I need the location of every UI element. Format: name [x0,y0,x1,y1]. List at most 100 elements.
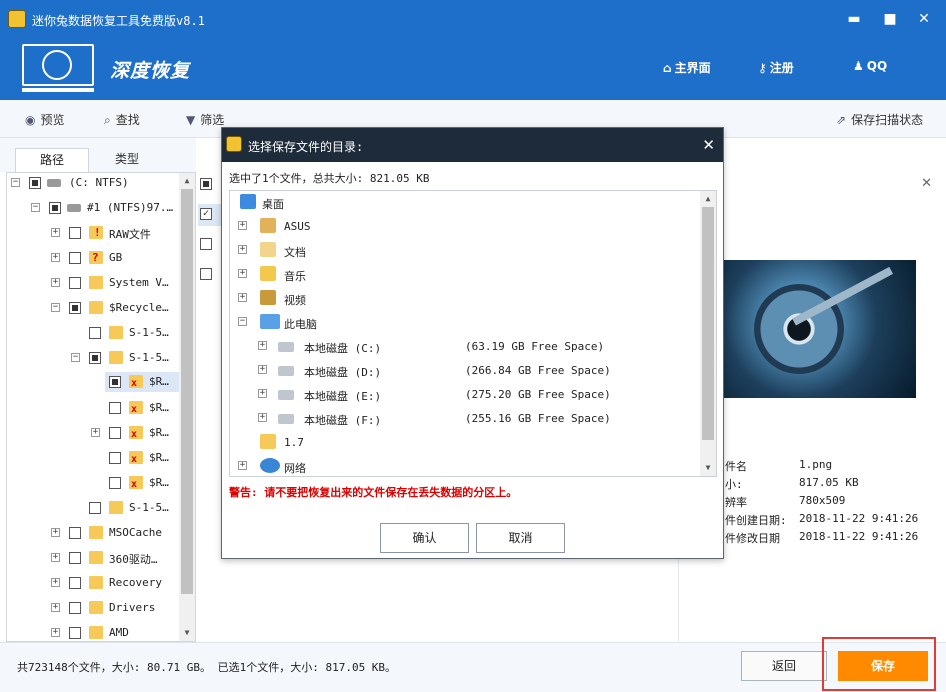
tree-item[interactable]: − (C: NTFS) [7,173,179,193]
save-scan-button[interactable]: ⇗ 保存扫描状态 [836,111,923,128]
folder-item-documents[interactable]: + 文档 [230,239,700,261]
checkbox[interactable] [69,627,81,639]
folder-item-network[interactable]: + 网络 [230,455,700,476]
expand-icon[interactable]: + [51,603,60,612]
folder-item-videos[interactable]: + 视频 [230,287,700,309]
collapse-icon[interactable]: − [71,353,80,362]
checkbox[interactable] [69,227,81,239]
checkbox[interactable] [69,527,81,539]
scroll-up-icon[interactable]: ▲ [700,191,716,207]
tree-item[interactable]: + Drivers [7,598,179,618]
collapse-icon[interactable]: − [11,178,20,187]
checkbox[interactable] [109,376,121,388]
tree-item[interactable]: S-1-5… [7,323,179,343]
checkbox[interactable] [29,177,41,189]
nav-register[interactable]: ⚷ 注册 [758,59,794,76]
expand-icon[interactable]: + [51,253,60,262]
nav-qq[interactable]: ♟ QQ [853,59,887,73]
tree-item[interactable]: S-1-5… [7,498,179,518]
checkbox[interactable] [69,602,81,614]
folder-item-this-pc[interactable]: − 此电脑 [230,311,700,333]
scroll-thumb[interactable] [702,207,714,440]
tree-item[interactable]: $R… [105,372,179,392]
checkbox[interactable] [69,577,81,589]
tree-item[interactable]: + $R… [7,423,179,443]
checkbox[interactable] [109,477,121,489]
tree-item[interactable]: + GB [7,248,179,268]
tree-item[interactable]: + Recovery [7,573,179,593]
dialog-close-button[interactable]: ✕ [702,136,715,154]
expand-icon[interactable]: + [258,413,267,422]
folder-item-drive-e[interactable]: + 本地磁盘 (E:) (275.20 GB Free Space) [230,383,700,405]
folder-item-asus[interactable]: + ASUS [230,215,700,237]
checkbox[interactable] [89,502,101,514]
nav-home[interactable]: ⌂ 主界面 [663,59,711,76]
minimize-button[interactable]: ▬ [842,8,866,30]
tree-item[interactable]: + 360驱动… [7,548,179,568]
expand-icon[interactable]: + [51,528,60,537]
expand-icon[interactable]: + [238,269,247,278]
tree-item[interactable]: $R… [7,398,179,418]
scroll-up-icon[interactable]: ▲ [179,173,195,189]
expand-icon[interactable]: + [238,245,247,254]
expand-icon[interactable]: + [51,578,60,587]
find-button[interactable]: ⌕ 查找 [104,111,140,128]
expand-icon[interactable]: + [238,221,247,230]
scroll-thumb[interactable] [181,189,193,594]
collapse-icon[interactable]: − [238,317,247,326]
folder-item-drive-d[interactable]: + 本地磁盘 (D:) (266.84 GB Free Space) [230,359,700,381]
checkbox[interactable]: ✓ [200,208,212,220]
checkbox[interactable] [69,552,81,564]
expand-icon[interactable]: + [258,365,267,374]
collapse-icon[interactable]: − [31,203,40,212]
tree-item[interactable]: − $Recycle… [7,298,179,318]
scroll-down-icon[interactable]: ▼ [700,460,716,476]
checkbox[interactable] [69,302,81,314]
close-button[interactable]: ✕ [912,8,936,30]
back-button[interactable]: 返回 [741,651,827,681]
checkbox[interactable] [89,352,101,364]
expand-icon[interactable]: + [238,293,247,302]
expand-icon[interactable]: + [91,428,100,437]
collapse-icon[interactable]: − [51,303,60,312]
cancel-button[interactable]: 取消 [476,523,565,553]
checkbox[interactable] [69,252,81,264]
expand-icon[interactable]: + [238,461,247,470]
ok-button[interactable]: 确认 [380,523,469,553]
tree-item[interactable]: − #1 (NTFS)97.… [7,198,179,218]
select-all-checkbox[interactable] [200,178,212,190]
scroll-down-icon[interactable]: ▼ [179,625,195,641]
checkbox[interactable] [109,452,121,464]
close-preview-icon[interactable]: ✕ [921,176,932,191]
folder-item-drive-c[interactable]: + 本地磁盘 (C:) (63.19 GB Free Space) [230,335,700,357]
tree-scrollbar[interactable]: ▲ ▼ [179,173,195,641]
expand-icon[interactable]: + [51,278,60,287]
checkbox[interactable] [49,202,61,214]
tree-item[interactable]: + System V… [7,273,179,293]
save-button[interactable]: 保存 [838,651,928,681]
tree-item[interactable]: − S-1-5… [7,348,179,368]
checkbox[interactable] [200,238,212,250]
tree-item[interactable]: $R… [7,473,179,493]
folder-item-desktop[interactable]: 桌面 [230,191,700,213]
tree-item[interactable]: + RAW文件 [7,223,179,243]
maximize-button[interactable]: ■ [878,8,902,30]
expand-icon[interactable]: + [258,389,267,398]
preview-button[interactable]: ◉ 预览 [25,111,65,128]
folder-item-1-7[interactable]: 1.7 [230,431,700,453]
filter-button[interactable]: ▼ 筛选 [186,111,224,128]
folder-tree-scrollbar[interactable]: ▲ ▼ [700,191,716,476]
folder-item-drive-f[interactable]: + 本地磁盘 (F:) (255.16 GB Free Space) [230,407,700,429]
checkbox[interactable] [109,427,121,439]
checkbox[interactable] [89,327,101,339]
checkbox[interactable] [69,277,81,289]
tree-item[interactable]: + AMD [7,623,179,641]
folder-item-music[interactable]: + 音乐 [230,263,700,285]
checkbox[interactable] [109,402,121,414]
expand-icon[interactable]: + [51,553,60,562]
expand-icon[interactable]: + [51,228,60,237]
tree-item[interactable]: + MSOCache [7,523,179,543]
expand-icon[interactable]: + [51,628,60,637]
tree-item[interactable]: $R… [7,448,179,468]
tab-type[interactable]: 类型 [90,148,164,172]
